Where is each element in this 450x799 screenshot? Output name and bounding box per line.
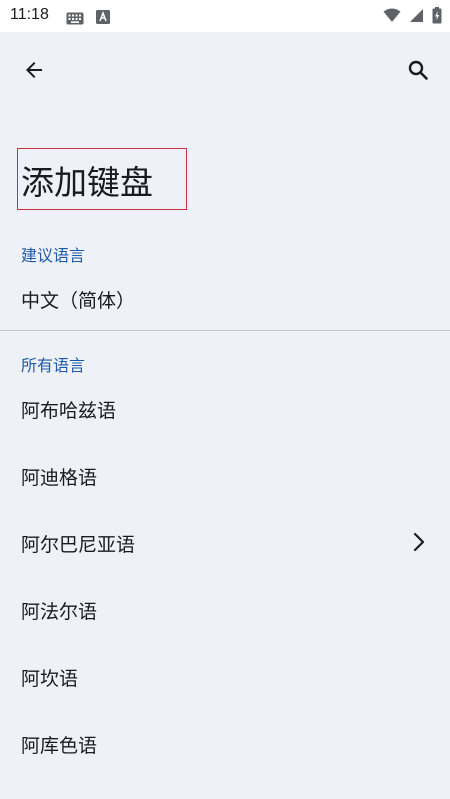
page-title: 添加键盘 <box>21 163 153 202</box>
cell-signal-icon <box>409 8 424 27</box>
app-bar <box>0 32 450 108</box>
a-letter-icon <box>96 9 110 28</box>
battery-icon <box>432 7 442 28</box>
status-time: 11:18 <box>10 6 49 23</box>
status-bar: 11:18 <box>0 0 450 32</box>
search-icon <box>406 58 430 86</box>
language-item[interactable]: 阿法尔语 <box>0 581 450 637</box>
suggested-languages-header: 建议语言 <box>21 246 86 265</box>
language-label: 中文（简体） <box>21 290 136 312</box>
language-label: 阿法尔语 <box>21 601 98 623</box>
keyboard-icon <box>66 10 84 29</box>
back-button[interactable] <box>16 54 52 90</box>
language-item[interactable]: 阿坎语 <box>0 648 450 704</box>
language-item[interactable]: 阿布哈兹语 <box>0 380 450 436</box>
language-item-with-submenu[interactable]: 阿尔巴尼亚语 <box>0 514 450 570</box>
search-button[interactable] <box>400 54 436 90</box>
arrow-back-icon <box>22 58 46 86</box>
language-item-chinese-simplified[interactable]: 中文（简体） <box>0 270 450 326</box>
language-label: 阿迪格语 <box>21 467 98 489</box>
chevron-right-icon <box>412 531 426 557</box>
language-label: 阿尔巴尼亚语 <box>21 534 136 556</box>
language-label: 阿库色语 <box>21 735 98 757</box>
language-label: 阿布哈兹语 <box>21 400 117 422</box>
language-item[interactable]: 阿迪格语 <box>0 447 450 503</box>
language-label: 阿坎语 <box>21 668 79 690</box>
language-item[interactable]: 阿库色语 <box>0 715 450 771</box>
wifi-icon <box>383 8 401 27</box>
section-divider <box>0 330 450 331</box>
all-languages-header: 所有语言 <box>21 356 86 375</box>
